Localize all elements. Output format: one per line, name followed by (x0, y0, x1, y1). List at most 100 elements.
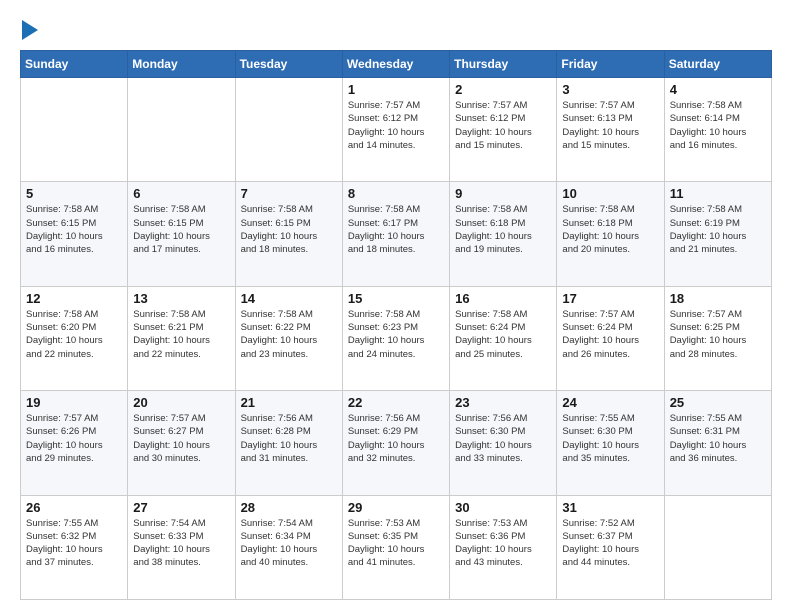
day-info: Sunrise: 7:57 AM Sunset: 6:27 PM Dayligh… (133, 412, 229, 465)
calendar-cell: 18 Sunrise: 7:57 AM Sunset: 6:25 PM Dayli… (664, 286, 771, 390)
day-number: 28 (241, 500, 337, 515)
calendar-cell: 5Sunrise: 7:58 AM Sunset: 6:15 PM Daylig… (21, 182, 128, 286)
calendar-header-saturday: Saturday (664, 51, 771, 78)
calendar-cell: 22 Sunrise: 7:56 AM Sunset: 6:29 PM Dayli… (342, 391, 449, 495)
calendar-cell: 9 Sunrise: 7:58 AM Sunset: 6:18 PM Daylig… (450, 182, 557, 286)
calendar-header-row: SundayMondayTuesdayWednesdayThursdayFrid… (21, 51, 772, 78)
day-number: 1 (348, 82, 444, 97)
day-number: 25 (670, 395, 766, 410)
day-number: 16 (455, 291, 551, 306)
day-number: 20 (133, 395, 229, 410)
calendar-cell: 16 Sunrise: 7:58 AM Sunset: 6:24 PM Dayli… (450, 286, 557, 390)
day-number: 18 (670, 291, 766, 306)
day-info: Sunrise: 7:58 AM Sunset: 6:24 PM Dayligh… (455, 308, 551, 361)
calendar-cell: 11 Sunrise: 7:58 AM Sunset: 6:19 PM Dayli… (664, 182, 771, 286)
day-info: Sunrise: 7:56 AM Sunset: 6:30 PM Dayligh… (455, 412, 551, 465)
calendar-cell: 27 Sunrise: 7:54 AM Sunset: 6:33 PM Dayli… (128, 495, 235, 599)
calendar-cell: 17 Sunrise: 7:57 AM Sunset: 6:24 PM Dayli… (557, 286, 664, 390)
day-info: Sunrise: 7:58 AM Sunset: 6:18 PM Dayligh… (455, 203, 551, 256)
day-number: 17 (562, 291, 658, 306)
calendar-cell: 4 Sunrise: 7:58 AM Sunset: 6:14 PM Daylig… (664, 78, 771, 182)
day-number: 3 (562, 82, 658, 97)
calendar-week-row: 5Sunrise: 7:58 AM Sunset: 6:15 PM Daylig… (21, 182, 772, 286)
day-number: 8 (348, 186, 444, 201)
day-number: 14 (241, 291, 337, 306)
calendar-cell: 14Sunrise: 7:58 AM Sunset: 6:22 PM Dayli… (235, 286, 342, 390)
calendar-cell: 2 Sunrise: 7:57 AM Sunset: 6:12 PM Daylig… (450, 78, 557, 182)
logo-arrow-icon (22, 20, 38, 40)
day-number: 2 (455, 82, 551, 97)
calendar-header-thursday: Thursday (450, 51, 557, 78)
day-info: Sunrise: 7:58 AM Sunset: 6:19 PM Dayligh… (670, 203, 766, 256)
day-info: Sunrise: 7:57 AM Sunset: 6:13 PM Dayligh… (562, 99, 658, 152)
calendar-cell: 3 Sunrise: 7:57 AM Sunset: 6:13 PM Daylig… (557, 78, 664, 182)
calendar-cell: 15 Sunrise: 7:58 AM Sunset: 6:23 PM Dayli… (342, 286, 449, 390)
calendar-cell: 8Sunrise: 7:58 AM Sunset: 6:17 PM Daylig… (342, 182, 449, 286)
calendar-header-monday: Monday (128, 51, 235, 78)
day-number: 23 (455, 395, 551, 410)
day-info: Sunrise: 7:58 AM Sunset: 6:18 PM Dayligh… (562, 203, 658, 256)
calendar-cell: 26Sunrise: 7:55 AM Sunset: 6:32 PM Dayli… (21, 495, 128, 599)
day-info: Sunrise: 7:58 AM Sunset: 6:20 PM Dayligh… (26, 308, 122, 361)
day-number: 4 (670, 82, 766, 97)
calendar-cell: 20 Sunrise: 7:57 AM Sunset: 6:27 PM Dayli… (128, 391, 235, 495)
day-info: Sunrise: 7:54 AM Sunset: 6:33 PM Dayligh… (133, 517, 229, 570)
calendar-cell: 28 Sunrise: 7:54 AM Sunset: 6:34 PM Dayli… (235, 495, 342, 599)
day-info: Sunrise: 7:55 AM Sunset: 6:30 PM Dayligh… (562, 412, 658, 465)
calendar-week-row: 26Sunrise: 7:55 AM Sunset: 6:32 PM Dayli… (21, 495, 772, 599)
calendar-cell: 19Sunrise: 7:57 AM Sunset: 6:26 PM Dayli… (21, 391, 128, 495)
day-info: Sunrise: 7:53 AM Sunset: 6:36 PM Dayligh… (455, 517, 551, 570)
day-number: 12 (26, 291, 122, 306)
day-number: 22 (348, 395, 444, 410)
calendar-cell: 29Sunrise: 7:53 AM Sunset: 6:35 PM Dayli… (342, 495, 449, 599)
calendar-cell: 30 Sunrise: 7:53 AM Sunset: 6:36 PM Dayli… (450, 495, 557, 599)
page: SundayMondayTuesdayWednesdayThursdayFrid… (0, 0, 792, 612)
day-number: 24 (562, 395, 658, 410)
day-number: 11 (670, 186, 766, 201)
calendar-header-wednesday: Wednesday (342, 51, 449, 78)
calendar-week-row: 1 Sunrise: 7:57 AM Sunset: 6:12 PM Daylig… (21, 78, 772, 182)
day-info: Sunrise: 7:57 AM Sunset: 6:12 PM Dayligh… (348, 99, 444, 152)
calendar-cell: 24 Sunrise: 7:55 AM Sunset: 6:30 PM Dayli… (557, 391, 664, 495)
logo (20, 18, 38, 40)
day-info: Sunrise: 7:58 AM Sunset: 6:15 PM Dayligh… (26, 203, 122, 256)
day-info: Sunrise: 7:58 AM Sunset: 6:14 PM Dayligh… (670, 99, 766, 152)
calendar-cell: 6Sunrise: 7:58 AM Sunset: 6:15 PM Daylig… (128, 182, 235, 286)
day-number: 21 (241, 395, 337, 410)
day-number: 10 (562, 186, 658, 201)
calendar-cell: 13Sunrise: 7:58 AM Sunset: 6:21 PM Dayli… (128, 286, 235, 390)
calendar-cell (664, 495, 771, 599)
calendar-cell: 10 Sunrise: 7:58 AM Sunset: 6:18 PM Dayli… (557, 182, 664, 286)
day-number: 29 (348, 500, 444, 515)
day-info: Sunrise: 7:58 AM Sunset: 6:23 PM Dayligh… (348, 308, 444, 361)
calendar-cell (21, 78, 128, 182)
day-info: Sunrise: 7:58 AM Sunset: 6:15 PM Dayligh… (241, 203, 337, 256)
day-number: 31 (562, 500, 658, 515)
calendar-cell: 23 Sunrise: 7:56 AM Sunset: 6:30 PM Dayli… (450, 391, 557, 495)
calendar-cell: 7 Sunrise: 7:58 AM Sunset: 6:15 PM Daylig… (235, 182, 342, 286)
day-info: Sunrise: 7:57 AM Sunset: 6:24 PM Dayligh… (562, 308, 658, 361)
day-info: Sunrise: 7:57 AM Sunset: 6:12 PM Dayligh… (455, 99, 551, 152)
day-info: Sunrise: 7:56 AM Sunset: 6:28 PM Dayligh… (241, 412, 337, 465)
day-number: 9 (455, 186, 551, 201)
calendar-header-friday: Friday (557, 51, 664, 78)
day-number: 26 (26, 500, 122, 515)
day-info: Sunrise: 7:57 AM Sunset: 6:26 PM Dayligh… (26, 412, 122, 465)
calendar-cell: 31Sunrise: 7:52 AM Sunset: 6:37 PM Dayli… (557, 495, 664, 599)
calendar-header-sunday: Sunday (21, 51, 128, 78)
calendar-table: SundayMondayTuesdayWednesdayThursdayFrid… (20, 50, 772, 600)
day-number: 6 (133, 186, 229, 201)
day-info: Sunrise: 7:58 AM Sunset: 6:21 PM Dayligh… (133, 308, 229, 361)
day-number: 30 (455, 500, 551, 515)
day-number: 7 (241, 186, 337, 201)
header (20, 18, 772, 40)
day-info: Sunrise: 7:54 AM Sunset: 6:34 PM Dayligh… (241, 517, 337, 570)
day-info: Sunrise: 7:56 AM Sunset: 6:29 PM Dayligh… (348, 412, 444, 465)
day-info: Sunrise: 7:57 AM Sunset: 6:25 PM Dayligh… (670, 308, 766, 361)
logo-text (20, 18, 38, 40)
calendar-cell: 1 Sunrise: 7:57 AM Sunset: 6:12 PM Daylig… (342, 78, 449, 182)
calendar-cell: 25Sunrise: 7:55 AM Sunset: 6:31 PM Dayli… (664, 391, 771, 495)
day-number: 15 (348, 291, 444, 306)
day-number: 27 (133, 500, 229, 515)
calendar-week-row: 19Sunrise: 7:57 AM Sunset: 6:26 PM Dayli… (21, 391, 772, 495)
